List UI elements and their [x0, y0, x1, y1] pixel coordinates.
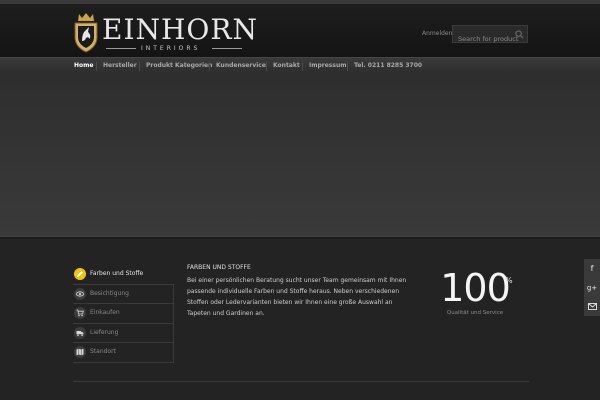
tab-besichtigung[interactable]: Besichtigung	[73, 284, 174, 304]
facebook-label: f	[590, 264, 594, 273]
cart-icon	[74, 307, 86, 319]
tab-label: Farben und Stoffe	[90, 270, 144, 277]
brand-name: EINHORN	[102, 13, 258, 46]
tab-label: Einkaufen	[90, 309, 120, 316]
googleplus-icon[interactable]: g+	[584, 278, 600, 297]
eye-icon	[74, 287, 86, 300]
pencil-icon	[74, 268, 86, 280]
nav-item-home[interactable]: Home	[74, 62, 93, 69]
tab-label: Standort	[90, 348, 116, 355]
nav-item-produkt-kategorien[interactable]: Produkt Kategorien	[146, 62, 212, 69]
crest-icon	[74, 13, 98, 53]
truck-icon	[74, 326, 86, 339]
site-logo[interactable]: EINHORN INTERIORS	[72, 11, 257, 56]
nav-separator	[347, 62, 348, 71]
email-icon[interactable]	[584, 297, 600, 316]
map-icon	[74, 346, 86, 358]
nav-separator	[209, 62, 210, 71]
nav-item-impressum[interactable]: Impressum	[309, 62, 346, 69]
feature-tabs: Farben und Stoffe Besichtigung Einkaufen…	[73, 265, 174, 363]
hero-banner	[0, 74, 600, 237]
nav-separator	[302, 62, 303, 71]
site-header: EINHORN INTERIORS Anmelden	[0, 4, 600, 57]
facebook-icon[interactable]: f	[584, 259, 600, 278]
tab-label: Lieferung	[90, 328, 119, 336]
footer-divider	[73, 381, 529, 382]
nav-separator	[266, 62, 267, 71]
brand-divider-right	[212, 48, 242, 49]
stat-value: 100	[440, 266, 511, 310]
nav-item-kontakt[interactable]: Kontakt	[273, 62, 300, 69]
login-link[interactable]: Anmelden	[422, 30, 452, 37]
nav-item-kundenservice[interactable]: Kundenservice	[216, 62, 266, 69]
quality-stat: 100 % Qualität und Service	[420, 268, 530, 316]
googleplus-label: g+	[586, 283, 598, 292]
stat-label: Qualität und Service	[446, 310, 504, 316]
search-icon[interactable]	[515, 30, 524, 39]
tab-content-text: Bei einer persönlichen Beratung sucht un…	[187, 277, 407, 317]
nav-separator	[139, 62, 140, 71]
nav-item-hersteller[interactable]: Hersteller	[103, 62, 137, 69]
envelope-icon	[587, 303, 597, 310]
stat-unit: %	[505, 276, 513, 285]
tab-label: Besichtigung	[90, 289, 129, 297]
tab-content-heading: FARBEN UND STOFFE	[187, 264, 251, 271]
brand-divider-left	[106, 48, 136, 49]
nav-item-phone[interactable]: Tel. 0211 8285 3700	[354, 62, 422, 69]
brand-subtitle: INTERIORS	[141, 45, 201, 52]
search-box	[452, 25, 528, 47]
tab-standort[interactable]: Standort	[73, 343, 174, 363]
tab-lieferung[interactable]: Lieferung	[73, 323, 174, 343]
nav-separator	[96, 62, 97, 71]
tab-einkaufen[interactable]: Einkaufen	[73, 304, 174, 324]
tab-farben-und-stoffe[interactable]: Farben und Stoffe	[73, 265, 174, 285]
main-navigation: Home Hersteller Produkt Kategorien Kunde…	[0, 57, 600, 74]
